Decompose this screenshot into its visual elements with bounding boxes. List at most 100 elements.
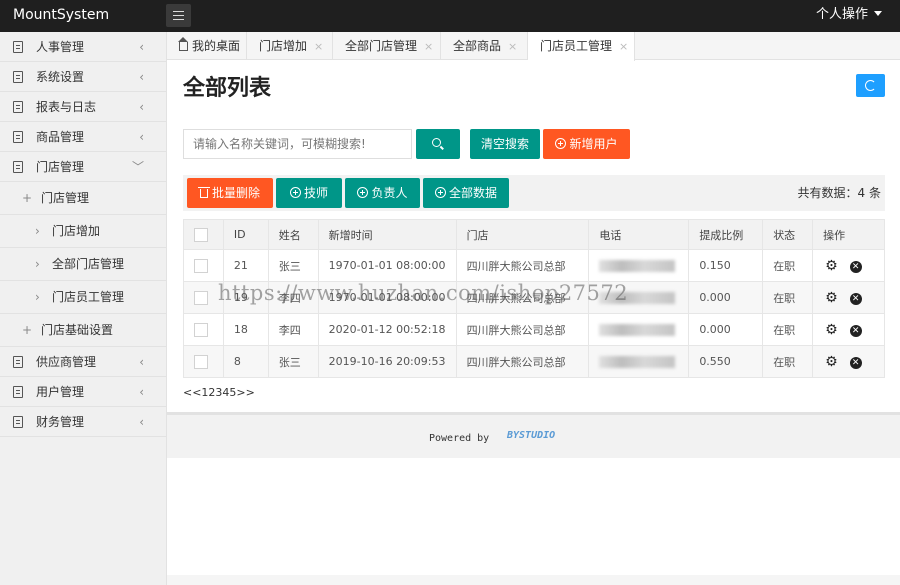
- caret-down-icon: [874, 11, 882, 16]
- cell-actions: ⚙ ✕: [812, 281, 885, 314]
- footer-powered-by: Powered by: [429, 433, 490, 444]
- select-all-checkbox[interactable]: [194, 227, 208, 242]
- column-header-store[interactable]: 门店: [455, 219, 590, 250]
- delete-icon[interactable]: ✕: [849, 260, 862, 273]
- gear-icon[interactable]: ⚙: [825, 354, 838, 370]
- document-icon: [13, 131, 23, 143]
- table-row[interactable]: 19 李四 1970-01-01 08:00:00 四川胖大熊公司总部 0.00…: [183, 281, 885, 314]
- cell-store: 四川胖大熊公司总部: [455, 345, 590, 378]
- cell-status: 在职: [762, 313, 814, 346]
- table-row[interactable]: 8 张三 2019-10-16 20:09:53 四川胖大熊公司总部 0.550…: [183, 345, 885, 378]
- technician-filter-button[interactable]: 技师: [276, 178, 342, 208]
- column-header-id[interactable]: ID: [222, 219, 269, 250]
- cell-status: 在职: [762, 281, 814, 314]
- search-button[interactable]: [416, 129, 460, 159]
- menu-toggle-icon[interactable]: [166, 4, 191, 27]
- refresh-icon[interactable]: [856, 74, 885, 97]
- sidebar-item-label: 门店员工管理: [52, 290, 125, 304]
- sidebar-item-reports[interactable]: 报表与日志 ‹: [0, 92, 166, 122]
- row-checkbox[interactable]: [194, 290, 208, 305]
- cell-name: 张三: [267, 249, 319, 282]
- button-label: 批量删除: [211, 186, 260, 200]
- sidebar-item-label: 财务管理: [36, 415, 85, 429]
- cell-store: 四川胖大熊公司总部: [455, 281, 590, 314]
- document-icon: [13, 71, 23, 83]
- row-checkbox-cell: [183, 281, 224, 314]
- brand-logo[interactable]: MountSystem: [13, 0, 109, 30]
- document-icon: [13, 101, 23, 113]
- tab-desktop[interactable]: 我的桌面: [167, 32, 247, 60]
- sidebar-item-hr[interactable]: 人事管理 ‹: [0, 32, 166, 62]
- table-row[interactable]: 18 李四 2020-01-12 00:52:18 四川胖大熊公司总部 0.00…: [183, 313, 885, 346]
- column-header-name[interactable]: 姓名: [267, 219, 319, 250]
- cell-store: 四川胖大熊公司总部: [455, 313, 590, 346]
- pagination[interactable]: <<12345>>: [183, 386, 255, 399]
- column-header-status[interactable]: 状态: [762, 219, 814, 250]
- batch-delete-button[interactable]: 批量删除: [187, 178, 273, 208]
- sidebar-item-suppliers[interactable]: 供应商管理 ‹: [0, 347, 166, 377]
- sidebar-item-label: 全部门店管理: [52, 257, 125, 271]
- row-checkbox[interactable]: [194, 354, 208, 369]
- sidebar-item-label: 门店管理: [41, 191, 90, 205]
- document-icon: [13, 416, 23, 428]
- chevron-right-icon: ›: [35, 257, 40, 271]
- sidebar-subgroup-store-basic[interactable]: + 门店基础设置: [0, 314, 166, 347]
- close-icon[interactable]: ×: [508, 40, 517, 53]
- user-menu-label: 个人操作: [815, 7, 868, 22]
- manager-filter-button[interactable]: 负责人: [345, 178, 420, 208]
- row-checkbox[interactable]: [194, 322, 208, 337]
- all-data-button[interactable]: 全部数据: [423, 178, 509, 208]
- cell-id: 8: [222, 345, 269, 378]
- cell-phone: [588, 249, 690, 282]
- sidebar-item-label: 商品管理: [36, 130, 85, 144]
- tab-store-staff[interactable]: 门店员工管理 ×: [528, 32, 635, 61]
- cell-phone: [588, 313, 690, 346]
- close-icon[interactable]: ×: [424, 40, 433, 53]
- document-icon: [13, 161, 23, 173]
- plus-circle-icon: [289, 187, 301, 198]
- sidebar-item-finance[interactable]: 财务管理 ‹: [0, 407, 166, 437]
- row-checkbox[interactable]: [194, 258, 208, 273]
- chevron-right-icon: ›: [35, 290, 40, 304]
- delete-icon[interactable]: ✕: [849, 356, 862, 369]
- cell-name: 李四: [267, 313, 319, 346]
- tab-store-add[interactable]: 门店增加 ×: [247, 32, 333, 60]
- action-toolbar: 批量删除 技师 负责人 全部数据 共有数据：4 条: [183, 175, 885, 211]
- gear-icon[interactable]: ⚙: [825, 258, 838, 274]
- gear-icon[interactable]: ⚙: [825, 322, 838, 338]
- close-icon[interactable]: ×: [619, 40, 628, 53]
- page-title: 全部列表: [183, 76, 272, 101]
- sidebar-item-stores[interactable]: 门店管理 ﹀: [0, 152, 166, 182]
- button-label: 技师: [303, 186, 328, 200]
- tab-all-products[interactable]: 全部商品 ×: [441, 32, 528, 60]
- add-user-button[interactable]: 新增用户: [543, 129, 630, 159]
- tab-label: 我的桌面: [192, 39, 241, 53]
- delete-icon[interactable]: ✕: [849, 292, 862, 305]
- clear-search-button[interactable]: 清空搜索: [470, 129, 540, 159]
- sidebar-subgroup-store-management[interactable]: + 门店管理: [0, 182, 166, 215]
- gear-icon[interactable]: ⚙: [825, 290, 838, 306]
- cell-time: 1970-01-01 08:00:00: [317, 249, 457, 282]
- tab-all-stores[interactable]: 全部门店管理 ×: [333, 32, 441, 60]
- sidebar-item-settings[interactable]: 系统设置 ‹: [0, 62, 166, 92]
- chevron-left-icon: ‹: [139, 385, 144, 399]
- sidebar-item-users[interactable]: 用户管理 ‹: [0, 377, 166, 407]
- search-input[interactable]: [183, 129, 412, 159]
- sidebar-subitem-store-staff[interactable]: › 门店员工管理: [0, 281, 166, 314]
- column-header-time[interactable]: 新增时间: [317, 219, 457, 250]
- table-row[interactable]: 21 张三 1970-01-01 08:00:00 四川胖大熊公司总部 0.15…: [183, 249, 885, 282]
- sidebar-item-products[interactable]: 商品管理 ‹: [0, 122, 166, 152]
- delete-icon[interactable]: ✕: [849, 324, 862, 337]
- user-menu[interactable]: 个人操作: [816, 0, 882, 30]
- sidebar-subitem-store-add[interactable]: › 门店增加: [0, 215, 166, 248]
- column-header-phone[interactable]: 电话: [588, 219, 690, 250]
- chevron-right-icon: ›: [35, 224, 40, 238]
- cell-actions: ⚙ ✕: [812, 313, 885, 346]
- chevron-left-icon: ‹: [139, 70, 144, 84]
- footer: Powered by BYSTUDIO: [167, 412, 900, 458]
- button-label: 全部数据: [448, 186, 497, 200]
- close-icon[interactable]: ×: [314, 40, 323, 53]
- sidebar-subitem-all-stores[interactable]: › 全部门店管理: [0, 248, 166, 281]
- chevron-left-icon: ‹: [139, 130, 144, 144]
- column-header-rate[interactable]: 提成比例: [688, 219, 764, 250]
